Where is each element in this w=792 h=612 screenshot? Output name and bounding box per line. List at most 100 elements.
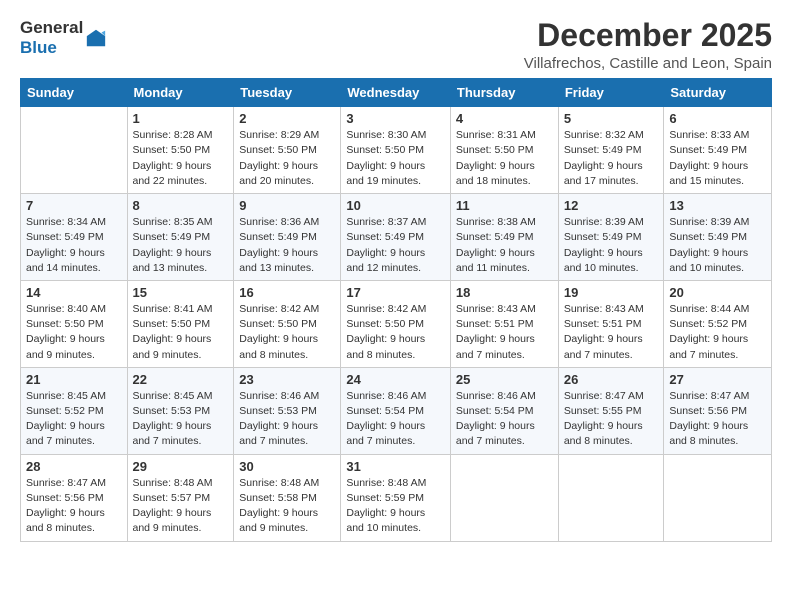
calendar-cell: 2 Sunrise: 8:29 AMSunset: 5:50 PMDaylight… xyxy=(234,107,341,194)
day-number: 11 xyxy=(456,198,553,213)
day-info: Sunrise: 8:46 AMSunset: 5:54 PMDaylight:… xyxy=(346,389,445,450)
calendar-cell: 13 Sunrise: 8:39 AMSunset: 5:49 PMDayligh… xyxy=(664,194,772,281)
day-info: Sunrise: 8:42 AMSunset: 5:50 PMDaylight:… xyxy=(346,302,445,363)
day-number: 17 xyxy=(346,285,445,300)
logo-general: General xyxy=(20,18,83,38)
day-number: 10 xyxy=(346,198,445,213)
calendar-cell: 29Sunrise: 8:48 AMSunset: 5:57 PMDayligh… xyxy=(127,454,234,541)
day-number: 27 xyxy=(669,372,766,387)
day-info: Sunrise: 8:45 AMSunset: 5:52 PMDaylight:… xyxy=(26,389,122,450)
day-number: 25 xyxy=(456,372,553,387)
calendar-week-4: 28Sunrise: 8:47 AMSunset: 5:56 PMDayligh… xyxy=(21,454,772,541)
calendar-cell: 5Sunrise: 8:32 AMSunset: 5:49 PMDaylight… xyxy=(558,107,664,194)
day-number: 18 xyxy=(456,285,553,300)
calendar-cell: 17 Sunrise: 8:42 AMSunset: 5:50 PMDayligh… xyxy=(341,280,451,367)
calendar-week-0: 1 Sunrise: 8:28 AMSunset: 5:50 PMDaylight… xyxy=(21,107,772,194)
day-info: Sunrise: 8:43 AMSunset: 5:51 PMDaylight:… xyxy=(564,302,659,363)
day-info: Sunrise: 8:47 AMSunset: 5:56 PMDaylight:… xyxy=(669,389,766,450)
col-tuesday: Tuesday xyxy=(234,79,341,107)
calendar-cell xyxy=(558,454,664,541)
calendar-cell: 23 Sunrise: 8:46 AMSunset: 5:53 PMDayligh… xyxy=(234,367,341,454)
day-info: Sunrise: 8:36 AMSunset: 5:49 PMDaylight:… xyxy=(239,215,335,276)
day-info: Sunrise: 8:28 AMSunset: 5:50 PMDaylight:… xyxy=(133,128,229,189)
page: General Blue December 2025 Villafrechos,… xyxy=(0,0,792,612)
day-number: 5 xyxy=(564,111,659,126)
calendar-cell: 6 Sunrise: 8:33 AMSunset: 5:49 PMDaylight… xyxy=(664,107,772,194)
calendar-cell: 1 Sunrise: 8:28 AMSunset: 5:50 PMDaylight… xyxy=(127,107,234,194)
day-number: 4 xyxy=(456,111,553,126)
day-number: 1 xyxy=(133,111,229,126)
day-number: 14 xyxy=(26,285,122,300)
day-info: Sunrise: 8:44 AMSunset: 5:52 PMDaylight:… xyxy=(669,302,766,363)
day-number: 15 xyxy=(133,285,229,300)
calendar-cell: 20 Sunrise: 8:44 AMSunset: 5:52 PMDayligh… xyxy=(664,280,772,367)
day-info: Sunrise: 8:46 AMSunset: 5:53 PMDaylight:… xyxy=(239,389,335,450)
calendar-cell: 9Sunrise: 8:36 AMSunset: 5:49 PMDaylight… xyxy=(234,194,341,281)
day-number: 13 xyxy=(669,198,766,213)
col-wednesday: Wednesday xyxy=(341,79,451,107)
day-number: 29 xyxy=(133,459,229,474)
day-info: Sunrise: 8:38 AMSunset: 5:49 PMDaylight:… xyxy=(456,215,553,276)
calendar-cell: 25Sunrise: 8:46 AMSunset: 5:54 PMDayligh… xyxy=(450,367,558,454)
col-friday: Friday xyxy=(558,79,664,107)
day-info: Sunrise: 8:47 AMSunset: 5:55 PMDaylight:… xyxy=(564,389,659,450)
day-number: 31 xyxy=(346,459,445,474)
day-info: Sunrise: 8:39 AMSunset: 5:49 PMDaylight:… xyxy=(564,215,659,276)
calendar-cell: 12 Sunrise: 8:39 AMSunset: 5:49 PMDayligh… xyxy=(558,194,664,281)
day-info: Sunrise: 8:34 AMSunset: 5:49 PMDaylight:… xyxy=(26,215,122,276)
calendar-header-row: Sunday Monday Tuesday Wednesday Thursday… xyxy=(21,79,772,107)
day-number: 28 xyxy=(26,459,122,474)
calendar-cell xyxy=(664,454,772,541)
calendar-cell xyxy=(21,107,128,194)
calendar-cell: 24Sunrise: 8:46 AMSunset: 5:54 PMDayligh… xyxy=(341,367,451,454)
calendar-cell: 4 Sunrise: 8:31 AMSunset: 5:50 PMDaylight… xyxy=(450,107,558,194)
calendar: Sunday Monday Tuesday Wednesday Thursday… xyxy=(20,78,772,541)
calendar-week-1: 7 Sunrise: 8:34 AMSunset: 5:49 PMDaylight… xyxy=(21,194,772,281)
calendar-cell: 7 Sunrise: 8:34 AMSunset: 5:49 PMDaylight… xyxy=(21,194,128,281)
day-info: Sunrise: 8:48 AMSunset: 5:58 PMDaylight:… xyxy=(239,476,335,537)
day-number: 23 xyxy=(239,372,335,387)
day-number: 30 xyxy=(239,459,335,474)
header: General Blue December 2025 Villafrechos,… xyxy=(20,18,772,72)
col-monday: Monday xyxy=(127,79,234,107)
logo-blue: Blue xyxy=(20,38,83,58)
day-number: 3 xyxy=(346,111,445,126)
calendar-cell: 14 Sunrise: 8:40 AMSunset: 5:50 PMDayligh… xyxy=(21,280,128,367)
day-number: 12 xyxy=(564,198,659,213)
calendar-cell: 30 Sunrise: 8:48 AMSunset: 5:58 PMDayligh… xyxy=(234,454,341,541)
day-number: 16 xyxy=(239,285,335,300)
calendar-cell: 27 Sunrise: 8:47 AMSunset: 5:56 PMDayligh… xyxy=(664,367,772,454)
calendar-cell: 28Sunrise: 8:47 AMSunset: 5:56 PMDayligh… xyxy=(21,454,128,541)
day-number: 19 xyxy=(564,285,659,300)
day-number: 20 xyxy=(669,285,766,300)
day-info: Sunrise: 8:40 AMSunset: 5:50 PMDaylight:… xyxy=(26,302,122,363)
day-info: Sunrise: 8:35 AMSunset: 5:49 PMDaylight:… xyxy=(133,215,229,276)
calendar-cell: 8 Sunrise: 8:35 AMSunset: 5:49 PMDaylight… xyxy=(127,194,234,281)
calendar-cell: 26 Sunrise: 8:47 AMSunset: 5:55 PMDayligh… xyxy=(558,367,664,454)
day-info: Sunrise: 8:39 AMSunset: 5:49 PMDaylight:… xyxy=(669,215,766,276)
day-info: Sunrise: 8:33 AMSunset: 5:49 PMDaylight:… xyxy=(669,128,766,189)
calendar-week-2: 14 Sunrise: 8:40 AMSunset: 5:50 PMDayligh… xyxy=(21,280,772,367)
logo-icon xyxy=(85,27,107,49)
calendar-week-3: 21 Sunrise: 8:45 AMSunset: 5:52 PMDayligh… xyxy=(21,367,772,454)
calendar-cell: 11 Sunrise: 8:38 AMSunset: 5:49 PMDayligh… xyxy=(450,194,558,281)
day-number: 8 xyxy=(133,198,229,213)
calendar-cell: 21 Sunrise: 8:45 AMSunset: 5:52 PMDayligh… xyxy=(21,367,128,454)
day-info: Sunrise: 8:29 AMSunset: 5:50 PMDaylight:… xyxy=(239,128,335,189)
day-number: 22 xyxy=(133,372,229,387)
calendar-cell: 15Sunrise: 8:41 AMSunset: 5:50 PMDayligh… xyxy=(127,280,234,367)
day-number: 7 xyxy=(26,198,122,213)
day-info: Sunrise: 8:31 AMSunset: 5:50 PMDaylight:… xyxy=(456,128,553,189)
day-info: Sunrise: 8:45 AMSunset: 5:53 PMDaylight:… xyxy=(133,389,229,450)
calendar-cell xyxy=(450,454,558,541)
day-info: Sunrise: 8:42 AMSunset: 5:50 PMDaylight:… xyxy=(239,302,335,363)
day-info: Sunrise: 8:43 AMSunset: 5:51 PMDaylight:… xyxy=(456,302,553,363)
day-number: 6 xyxy=(669,111,766,126)
calendar-cell: 18 Sunrise: 8:43 AMSunset: 5:51 PMDayligh… xyxy=(450,280,558,367)
day-info: Sunrise: 8:48 AMSunset: 5:59 PMDaylight:… xyxy=(346,476,445,537)
day-number: 21 xyxy=(26,372,122,387)
calendar-cell: 3Sunrise: 8:30 AMSunset: 5:50 PMDaylight… xyxy=(341,107,451,194)
day-number: 26 xyxy=(564,372,659,387)
day-number: 2 xyxy=(239,111,335,126)
calendar-cell: 19 Sunrise: 8:43 AMSunset: 5:51 PMDayligh… xyxy=(558,280,664,367)
